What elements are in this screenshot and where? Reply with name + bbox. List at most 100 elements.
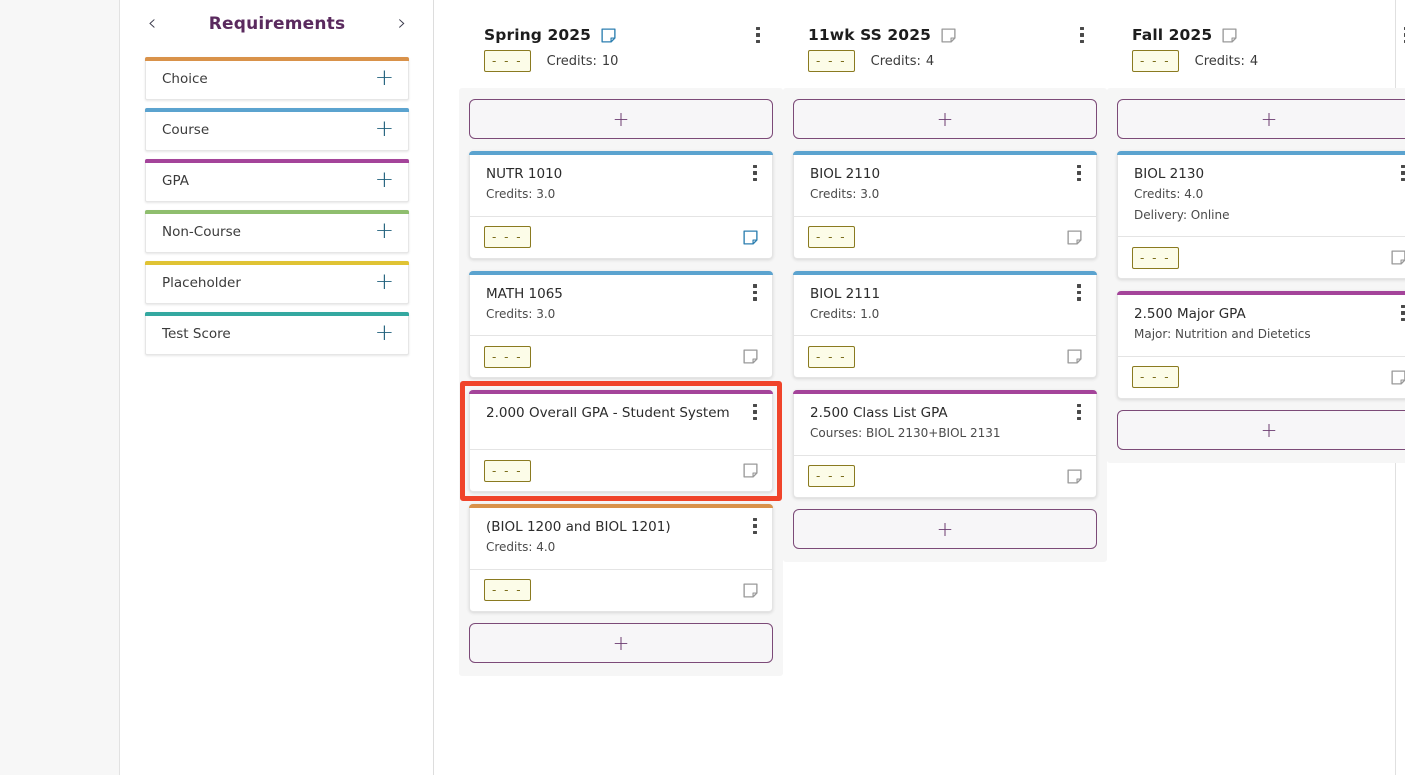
requirement-type-choice[interactable]: Choice + (145, 57, 409, 100)
card-title: 2.500 Major GPA (1134, 306, 1246, 322)
note-icon[interactable] (742, 348, 759, 365)
add-card-top-button[interactable]: + (793, 99, 1097, 139)
note-icon[interactable] (742, 462, 759, 479)
card-kebab-icon[interactable] (746, 281, 764, 305)
column-status-badge[interactable]: - - - (484, 50, 531, 72)
card-menu[interactable] (746, 514, 764, 538)
column-menu[interactable] (1073, 23, 1091, 47)
card-menu[interactable] (746, 161, 764, 185)
note-icon[interactable] (742, 229, 759, 246)
column-kebab-icon[interactable] (1397, 23, 1405, 47)
card-status-badge[interactable]: - - - (808, 465, 855, 488)
add-requirement-button[interactable]: + (375, 271, 394, 294)
chevron-right-icon[interactable]: › (393, 13, 411, 35)
requirement-type-gpa[interactable]: GPA + (145, 159, 409, 202)
chevron-left-icon[interactable]: ‹ (143, 13, 161, 35)
card-title: BIOL 2111 (810, 285, 881, 302)
credits-label: Credits: (870, 53, 921, 69)
add-card-bottom-button[interactable]: + (1117, 409, 1405, 450)
requirement-card[interactable]: 2.000 Overall GPA - Student System - - - (469, 390, 773, 493)
column-kebab-icon[interactable] (749, 23, 767, 47)
column-status-badge[interactable]: - - - (808, 50, 855, 72)
card-footer: - - - (794, 335, 1096, 377)
requirement-card[interactable]: BIOL 2110 Credits: 3.0 - - - (793, 151, 1097, 259)
requirement-card[interactable]: BIOL 2130 Credits: 4.0 Delivery: Online - -… (1117, 151, 1405, 279)
card-kebab-icon[interactable] (1070, 161, 1088, 185)
card-body: 2.500 Class List GPA Courses: BIOL 2130+B… (794, 391, 1096, 455)
add-card-bottom-button[interactable]: + (469, 622, 773, 663)
note-icon[interactable] (1066, 468, 1083, 485)
requirement-type-label: Test Score (162, 325, 231, 342)
add-card-top-button[interactable]: + (1117, 99, 1405, 139)
card-menu[interactable] (1394, 161, 1405, 185)
column-menu[interactable] (749, 23, 767, 47)
add-requirement-button[interactable]: + (375, 322, 394, 345)
card-title: BIOL 2130 (1134, 166, 1205, 182)
card-body: 2.500 Major GPA Major: Nutrition and Diet… (1118, 292, 1405, 356)
card-kebab-icon[interactable] (1070, 281, 1088, 305)
note-icon[interactable] (940, 27, 957, 44)
add-card-top-button[interactable]: + (469, 99, 773, 139)
app-root: ‹ Requirements › Choice + Course + GPA + Non-C… (0, 0, 1405, 775)
requirement-card[interactable]: MATH 1065 Credits: 3.0 - - - (469, 270, 773, 379)
card-status-badge[interactable]: - - - (1132, 366, 1179, 389)
note-icon[interactable] (1390, 369, 1405, 386)
card-status-badge[interactable]: - - - (484, 345, 531, 368)
card-menu[interactable] (1070, 400, 1088, 424)
card-status-badge[interactable]: - - - (484, 226, 531, 249)
column-kebab-icon[interactable] (1073, 23, 1091, 47)
note-icon[interactable] (1066, 348, 1083, 365)
card-kebab-icon[interactable] (1394, 301, 1405, 325)
card-kebab-icon[interactable] (746, 514, 764, 538)
requirement-type-label: GPA (162, 172, 189, 189)
card-menu[interactable] (746, 281, 764, 305)
requirement-type-placeholder[interactable]: Placeholder + (145, 261, 409, 304)
card-status-badge[interactable]: - - - (1132, 246, 1179, 269)
card-status-badge[interactable]: - - - (808, 345, 855, 368)
card-subtitle: Credits: 1.0 (810, 306, 880, 321)
card-body: 2.000 Overall GPA - Student System (470, 391, 772, 449)
card-kebab-icon[interactable] (1394, 161, 1405, 185)
column-credits: Credits: 4 (1195, 54, 1259, 69)
column-header: 11wk SS 2025 - - - Credits: 4 (783, 26, 1107, 72)
add-requirement-button[interactable]: + (375, 118, 394, 141)
card-menu[interactable] (746, 400, 764, 424)
add-requirement-button[interactable]: + (375, 67, 394, 90)
requirement-type-test-score[interactable]: Test Score + (145, 312, 409, 355)
requirement-type-course[interactable]: Course + (145, 108, 409, 151)
requirement-card[interactable]: NUTR 1010 Credits: 3.0 - - - (469, 151, 773, 259)
add-requirement-button[interactable]: + (375, 220, 394, 243)
column-title-row: 11wk SS 2025 (808, 26, 1082, 44)
card-menu[interactable] (1070, 161, 1088, 185)
requirement-card[interactable]: (BIOL 1200 and BIOL 1201) Credits: 4.0 - -… (469, 504, 773, 612)
card-menu[interactable] (1394, 301, 1405, 325)
left-gutter (0, 0, 120, 775)
card-kebab-icon[interactable] (746, 400, 764, 424)
column-card-stack: + NUTR 1010 Credits: 3.0 - - - MATH 1065 Cred… (459, 88, 783, 676)
add-card-bottom-button[interactable]: + (793, 508, 1097, 549)
card-status-badge[interactable]: - - - (484, 459, 531, 482)
note-icon[interactable] (742, 582, 759, 599)
requirement-card[interactable]: BIOL 2111 Credits: 1.0 - - - (793, 270, 1097, 379)
requirement-card[interactable]: 2.500 Major GPA Major: Nutrition and Diet… (1117, 291, 1405, 399)
card-footer: - - - (1118, 355, 1405, 398)
note-icon[interactable] (1390, 249, 1405, 266)
card-subtitle: Credits: 3.0 (486, 306, 556, 321)
card-menu[interactable] (1070, 281, 1088, 305)
note-icon[interactable] (1221, 27, 1238, 44)
requirement-card[interactable]: 2.500 Class List GPA Courses: BIOL 2130+B… (793, 390, 1097, 498)
note-icon[interactable] (600, 27, 617, 44)
card-kebab-icon[interactable] (1070, 400, 1088, 424)
column-title: Fall 2025 (1132, 26, 1213, 44)
add-requirement-button[interactable]: + (375, 169, 394, 192)
card-kebab-icon[interactable] (746, 161, 764, 185)
column-menu[interactable] (1397, 23, 1405, 47)
term-board: Spring 2025- - - Credits: 10 + NUTR 1010 Cred… (435, 0, 1405, 775)
card-status-badge[interactable]: - - - (808, 226, 855, 249)
column-title-row: Fall 2025 (1132, 26, 1405, 44)
card-subtitle-2: Delivery: Online (1134, 207, 1230, 222)
requirement-type-non-course[interactable]: Non-Course + (145, 210, 409, 253)
card-status-badge[interactable]: - - - (484, 579, 531, 602)
column-status-badge[interactable]: - - - (1132, 50, 1179, 72)
note-icon[interactable] (1066, 229, 1083, 246)
